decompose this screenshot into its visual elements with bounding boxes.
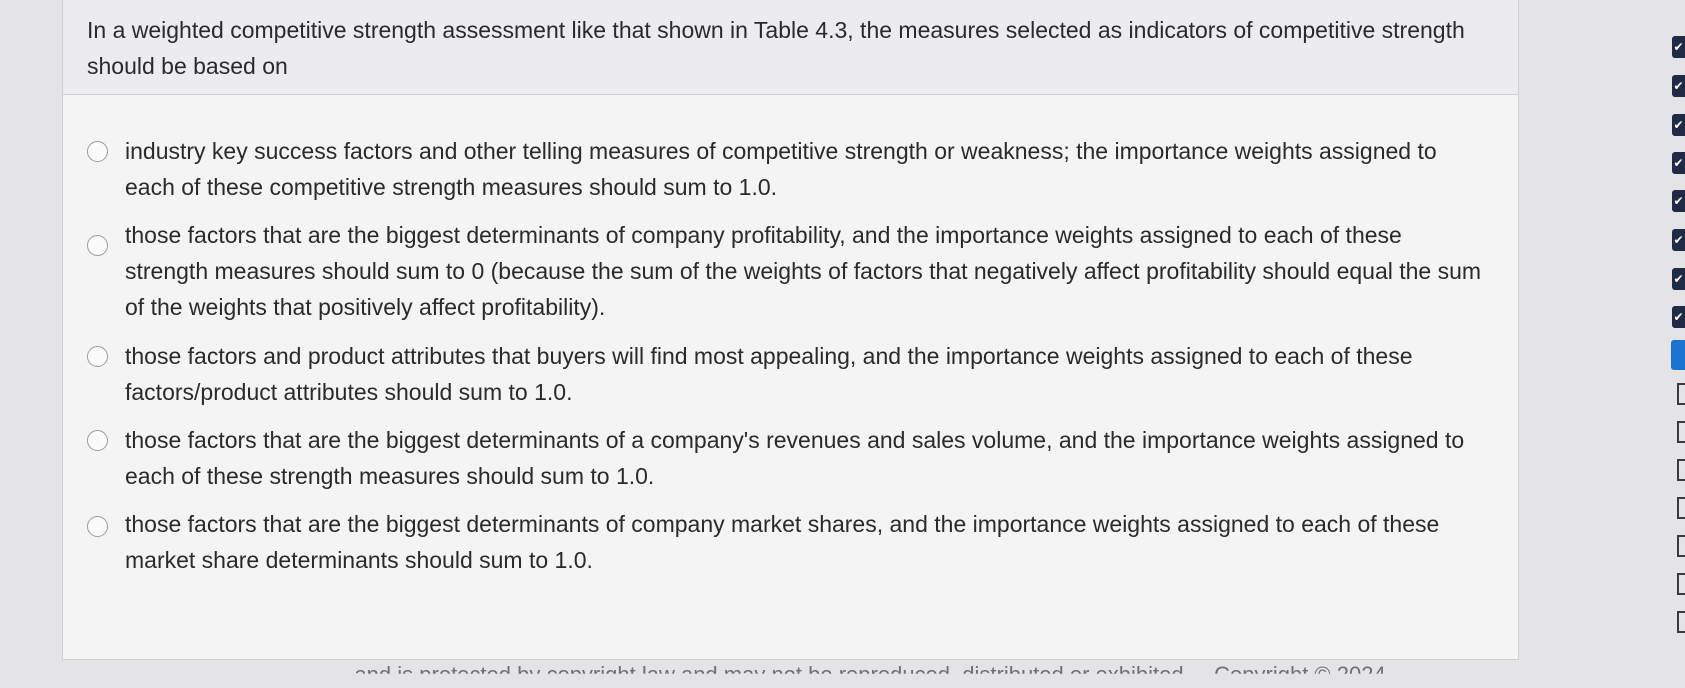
question-prompt: In a weighted competitive strength asses… xyxy=(63,0,1518,95)
nav-item-unanswered[interactable] xyxy=(1677,573,1685,595)
nav-item-answered[interactable]: ✔ xyxy=(1672,306,1685,328)
answer-option-label: those factors that are the biggest deter… xyxy=(125,222,1482,320)
nav-item-answered[interactable]: ✔ xyxy=(1672,114,1685,136)
radio-button-3[interactable] xyxy=(87,346,108,367)
radio-button-4[interactable] xyxy=(87,430,108,451)
nav-item-unanswered[interactable] xyxy=(1677,459,1685,481)
nav-item-answered[interactable]: ✔ xyxy=(1672,229,1685,251)
nav-item-unanswered[interactable] xyxy=(1677,611,1685,633)
radio-button-2[interactable] xyxy=(87,235,108,256)
nav-item-unanswered[interactable] xyxy=(1677,497,1685,519)
question-card: In a weighted competitive strength asses… xyxy=(62,0,1519,660)
answer-option-label: those factors and product attributes tha… xyxy=(125,343,1413,405)
nav-item-answered[interactable]: ✔ xyxy=(1672,75,1685,97)
answer-option-label: those factors that are the biggest deter… xyxy=(125,511,1440,573)
nav-item-unanswered[interactable] xyxy=(1677,383,1685,405)
nav-item-unanswered[interactable] xyxy=(1677,535,1685,557)
answer-option-label: industry key success factors and other t… xyxy=(125,138,1437,200)
answer-option-label: those factors that are the biggest deter… xyxy=(125,427,1465,489)
question-navigator: ✔ ✔ ✔ ✔ ✔ ✔ ✔ ✔ xyxy=(1657,0,1685,677)
nav-item-answered[interactable]: ✔ xyxy=(1672,190,1685,212)
nav-item-current[interactable] xyxy=(1671,340,1685,370)
nav-item-answered[interactable]: ✔ xyxy=(1672,152,1685,174)
question-text: In a weighted competitive strength asses… xyxy=(87,17,1465,79)
nav-item-answered[interactable]: ✔ xyxy=(1672,36,1685,58)
radio-button-5[interactable] xyxy=(87,516,108,537)
radio-button-1[interactable] xyxy=(87,141,108,162)
copyright-footer: ... and is protected by copyright law an… xyxy=(330,662,1411,687)
nav-item-unanswered[interactable] xyxy=(1677,421,1685,443)
nav-item-answered[interactable]: ✔ xyxy=(1672,268,1685,290)
